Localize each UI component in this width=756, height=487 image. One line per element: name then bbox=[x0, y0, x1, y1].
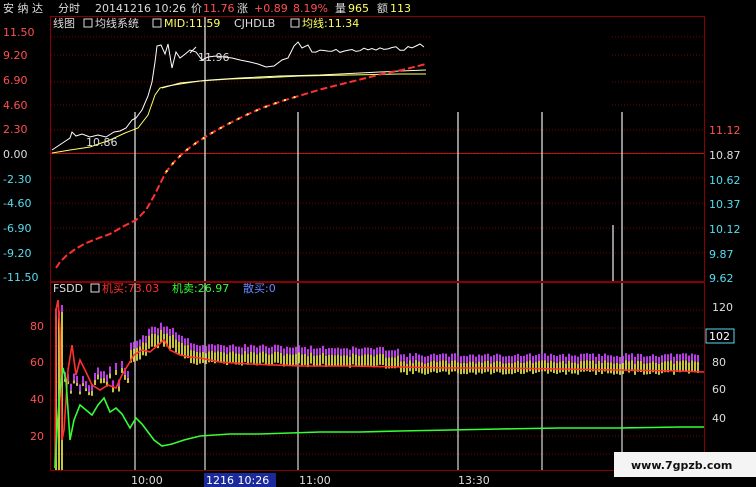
lower-left-tick: 40 bbox=[30, 393, 44, 406]
cursor-time: 1216 10:26 bbox=[206, 474, 269, 487]
time-label-1100: 11:00 bbox=[299, 474, 331, 487]
time-label-1000: 10:00 bbox=[131, 474, 163, 487]
time-axis: 10:00 1216 10:26 11:00 13:30 bbox=[131, 473, 490, 487]
upper-right-tick: 10.87 bbox=[709, 149, 741, 162]
amount-label: 额 bbox=[377, 2, 388, 15]
upper-left-tick: -4.60 bbox=[3, 197, 31, 210]
fsdd-bars bbox=[55, 304, 699, 470]
upper-left-tick: 6.90 bbox=[3, 74, 28, 87]
legend-ma-system[interactable]: 均线系统 bbox=[95, 16, 139, 30]
mid-line bbox=[161, 69, 427, 89]
view-name: 分时 bbox=[58, 2, 80, 15]
stock-name: 安 纳 达 bbox=[3, 1, 43, 15]
upper-legend: 线图 均线系统 MID:11.59 CJHDLB 均线:11.34 bbox=[53, 16, 359, 30]
upper-left-tick: -11.50 bbox=[3, 271, 38, 284]
lower-panel-frame bbox=[50, 282, 705, 471]
upper-left-tick: 4.60 bbox=[3, 99, 28, 112]
lower-right-tick: 80 bbox=[712, 356, 726, 369]
lower-left-tick: 80 bbox=[30, 320, 44, 333]
upper-right-tick: 9.87 bbox=[709, 248, 734, 261]
upper-left-tick: 11.50 bbox=[3, 26, 35, 39]
cjhdlb-curve bbox=[55, 63, 427, 269]
upper-left-tick: 0.00 bbox=[3, 148, 28, 161]
legend-cjhdlb[interactable]: CJHDLB bbox=[234, 17, 275, 30]
legend-inst-buy: 机买:73.03 bbox=[102, 281, 159, 295]
upper-left-tick: -9.20 bbox=[3, 247, 31, 260]
collapse-box-icon[interactable] bbox=[83, 18, 93, 28]
legend-mid: MID:11.59 bbox=[164, 17, 220, 30]
upper-right-axis: 11.12 10.87 10.62 10.37 10.12 9.87 9.62 bbox=[709, 124, 741, 285]
volume-label: 量 bbox=[335, 2, 346, 15]
price-label: 价 bbox=[191, 2, 202, 15]
current-value-tag-text: 102 bbox=[709, 330, 730, 343]
lower-legend: FSDD 机买:73.03 机卖:26.97 散买:0 bbox=[53, 281, 276, 295]
indicator-name[interactable]: FSDD bbox=[53, 282, 83, 295]
legend-retail-buy: 散买:0 bbox=[243, 281, 276, 295]
low-annotation: 10.86 bbox=[86, 136, 118, 149]
watermark-text: www.7gpzb.com bbox=[631, 459, 732, 472]
collapse-box-icon[interactable] bbox=[152, 18, 162, 28]
price-change-pct: 8.19% bbox=[293, 2, 328, 15]
lower-left-axis: 80 60 40 20 bbox=[30, 320, 44, 443]
upper-right-tick: 9.62 bbox=[709, 272, 734, 285]
price-change: +0.89 bbox=[254, 2, 288, 15]
high-annotation: 11.96 bbox=[198, 51, 230, 64]
lower-grid bbox=[51, 283, 704, 470]
upper-left-axis: 11.50 9.20 6.90 4.60 2.30 0.00 -2.30 -4.60 -6.90… bbox=[3, 26, 38, 284]
lower-left-tick: 60 bbox=[30, 356, 44, 369]
cjhdlb-curve-highlight bbox=[165, 94, 303, 173]
collapse-box-icon[interactable] bbox=[290, 18, 300, 28]
upper-right-tick: 10.12 bbox=[709, 223, 741, 236]
legend-inst-sell: 机卖:26.97 bbox=[172, 281, 229, 295]
volume-value: 965 bbox=[348, 2, 369, 15]
price-line bbox=[51, 41, 425, 151]
intraday-chart-window[interactable]: 安 纳 达 分时 20141216 10:26 价 11.76 涨 +0.89 … bbox=[0, 0, 756, 487]
amount-value: 113 bbox=[390, 2, 411, 15]
lower-right-tick: 40 bbox=[712, 412, 726, 425]
upper-left-tick: -6.90 bbox=[3, 222, 31, 235]
current-price: 11.76 bbox=[203, 2, 235, 15]
upper-right-tick: 10.62 bbox=[709, 174, 741, 187]
lower-left-tick: 20 bbox=[30, 430, 44, 443]
upper-right-tick: 10.37 bbox=[709, 198, 741, 211]
time-label-1330: 13:30 bbox=[458, 474, 490, 487]
upper-left-tick: 2.30 bbox=[3, 123, 28, 136]
upper-left-tick: 9.20 bbox=[3, 49, 28, 62]
lower-right-tick: 120 bbox=[712, 301, 733, 314]
legend-avg: 均线:11.34 bbox=[302, 16, 359, 30]
upper-left-tick: -2.30 bbox=[3, 173, 31, 186]
date-time: 20141216 10:26 bbox=[95, 2, 186, 15]
upper-grid bbox=[51, 17, 704, 281]
lower-right-axis: 120100806040 bbox=[712, 301, 733, 425]
upper-right-tick: 11.12 bbox=[709, 124, 741, 137]
change-label: 涨 bbox=[237, 2, 248, 15]
lower-right-tick: 60 bbox=[712, 383, 726, 396]
inst-buy-line bbox=[54, 299, 705, 469]
collapse-box-icon[interactable] bbox=[90, 283, 100, 293]
legend-line-chart[interactable]: 线图 bbox=[53, 16, 75, 30]
